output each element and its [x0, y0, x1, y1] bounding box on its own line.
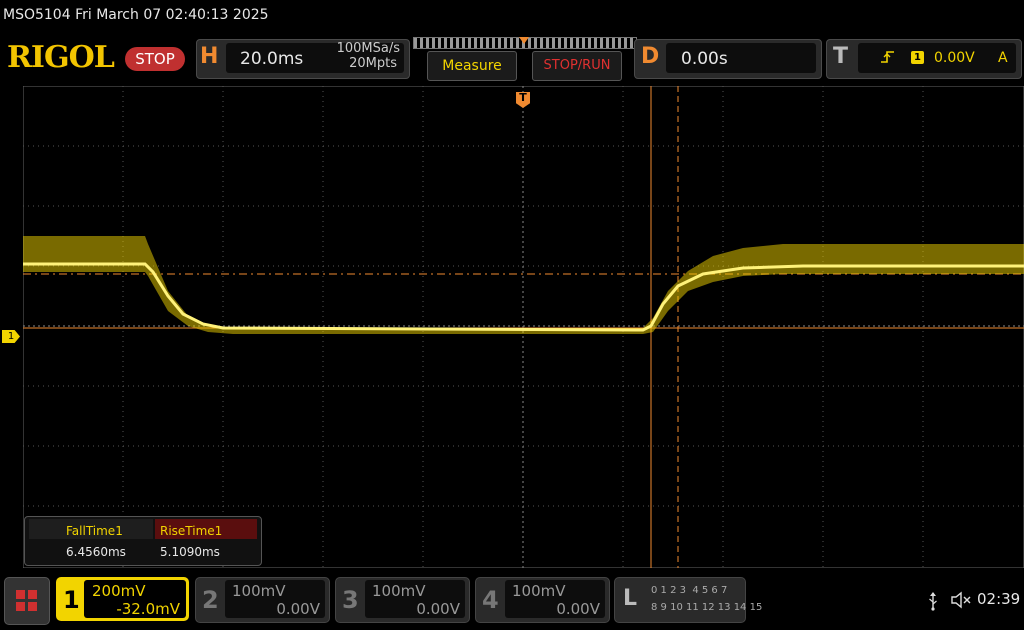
rigol-logo: RIGOL	[7, 40, 115, 75]
delay-letter: D	[641, 44, 660, 69]
trigger-mode: A	[998, 50, 1008, 66]
channel4-scale: 100mV	[512, 582, 566, 600]
channel1-offset-marker[interactable]: 1	[2, 330, 20, 343]
channel1-number: 1	[63, 586, 80, 614]
channel3-offset: 0.00V	[416, 600, 460, 618]
channel4-offset: 0.00V	[556, 600, 600, 618]
memory-depth: 20Mpts	[349, 56, 397, 71]
trigger-level: 0.00V	[934, 50, 975, 66]
channel1-offset: -32.0mV	[116, 600, 180, 618]
logic-channels-row2: 8 9 10 11 12 13 14 15	[651, 602, 763, 613]
waveform-display[interactable]	[23, 86, 1024, 568]
run-state-badge[interactable]: STOP	[125, 47, 185, 71]
rise-time-label: RiseTime1	[160, 524, 223, 538]
channel2-offset: 0.00V	[276, 600, 320, 618]
clock: 02:39	[977, 590, 1021, 608]
channel2-scale: 100mV	[232, 582, 286, 600]
measure-button[interactable]: Measure	[427, 51, 517, 81]
channel3-scale: 100mV	[372, 582, 426, 600]
grid-menu-icon	[16, 590, 37, 611]
delay-value: 0.00s	[681, 49, 728, 69]
trigger-letter: T	[833, 44, 849, 69]
usb-icon	[929, 592, 937, 611]
title-text: MSO5104 Fri March 07 02:40:13 2025	[3, 7, 269, 23]
fall-time-value: 6.4560ms	[66, 545, 126, 559]
stop-run-button[interactable]: STOP/RUN	[532, 51, 622, 81]
speaker-muted-icon[interactable]	[951, 591, 973, 609]
rise-time-value: 5.1090ms	[160, 545, 220, 559]
menu-button[interactable]	[4, 577, 50, 625]
channel4-number: 4	[482, 586, 499, 614]
logic-letter: L	[623, 586, 638, 611]
trigger-position-marker	[519, 37, 529, 44]
horizontal-letter: H	[200, 44, 219, 69]
rising-edge-icon	[881, 51, 894, 63]
sample-rate: 100MSa/s	[336, 41, 400, 56]
channel2-number: 2	[202, 586, 219, 614]
horizontal-scale: 20.0ms	[240, 49, 304, 69]
fall-time-label: FallTime1	[66, 524, 123, 538]
trigger-source: 1	[911, 51, 924, 64]
channel1-scale: 200mV	[92, 582, 146, 600]
logic-channels-row1: 0 1 2 3 4 5 6 7	[651, 585, 728, 596]
channel3-number: 3	[342, 586, 359, 614]
